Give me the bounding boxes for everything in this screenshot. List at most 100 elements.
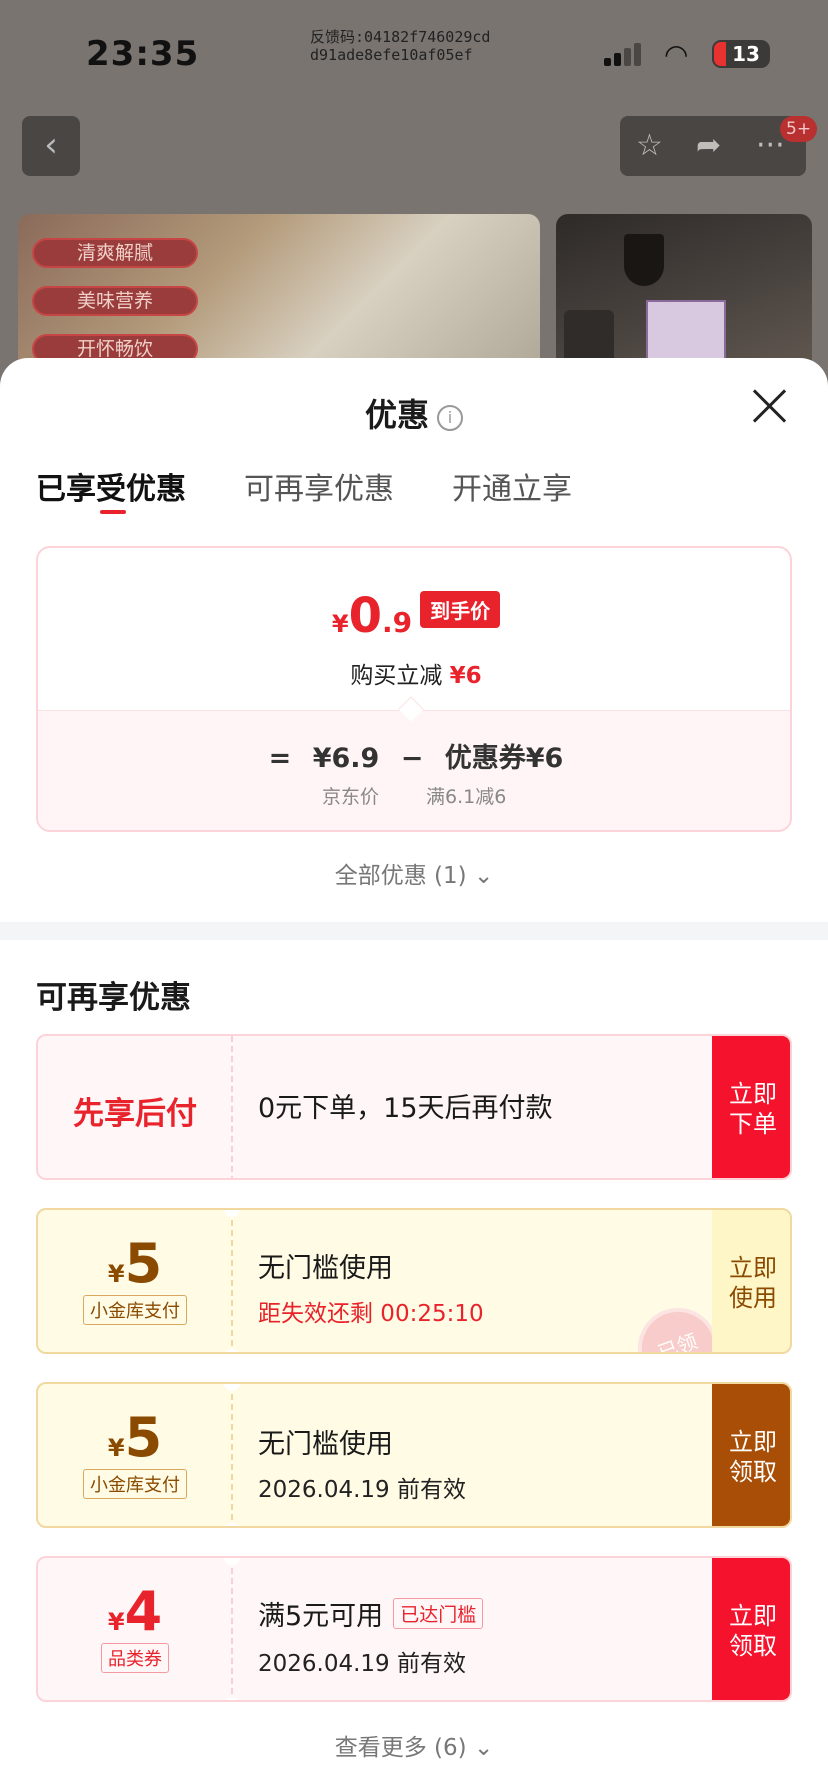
card-info: 满5元可用 已达门槛 2026.04.19 前有效 (258, 1558, 698, 1700)
card-title-text: 满5元可用 (258, 1601, 384, 1632)
coupon-amount: ¥5 (38, 1232, 232, 1295)
jd-price-value: ¥6.9 (312, 743, 380, 774)
product-tag: 美味营养 (32, 286, 198, 316)
see-more-label: 查看更多 (6) (334, 1735, 467, 1761)
expiry-text: 2026.04.19 前有效 (258, 1477, 466, 1503)
card-separator (231, 1384, 233, 1526)
jd-price-label: 京东价 (322, 786, 380, 808)
active-tab-indicator (100, 510, 126, 514)
sheet-title-text: 优惠 (364, 396, 429, 434)
card-notch (224, 1697, 240, 1700)
button-label-line2: 使用 (729, 1284, 777, 1312)
product-tag: 清爽解腻 (32, 238, 198, 268)
card-title: 无门槛使用 (258, 1429, 393, 1460)
section-divider (0, 922, 828, 940)
coupon-type-tag: 小金库支付 (83, 1295, 187, 1325)
card-left: 先享后付 (38, 1036, 232, 1178)
battery-level: 13 (732, 42, 760, 66)
button-label-line1: 立即 (729, 1080, 777, 1108)
coupon-amount: ¥5 (38, 1406, 232, 1469)
final-price-box: ¥0.9 到手价 购买立减 ¥6 = ¥6.9 − 优惠券¥6 京东价 满6.1减… (36, 546, 792, 832)
claim-now-button[interactable]: 立即 领取 (712, 1384, 790, 1526)
feedback-code-line1: 反馈码:04182f746029cd (310, 28, 491, 46)
pay-later-label: 先享后付 (73, 1096, 197, 1132)
countdown-text: 距失效还剩 00:25:10 (258, 1301, 484, 1327)
feedback-code-line2: d91ade8efe10af05ef (310, 46, 473, 64)
pay-later-card: 先享后付 0元下单，15天后再付款 立即 下单 (36, 1034, 792, 1180)
wifi-icon: ◠ (664, 38, 689, 71)
coupon-type-tag: 品类券 (101, 1643, 169, 1673)
battery-icon: 13 (712, 40, 770, 68)
info-icon[interactable]: i (437, 405, 463, 431)
back-button[interactable]: ‹ (22, 116, 80, 176)
coupon-currency: ¥ (107, 1260, 125, 1288)
coupon-amount: ¥4 (38, 1580, 232, 1643)
instant-discount: 购买立减 ¥6 (38, 656, 790, 690)
coupon-card: ¥5 小金库支付 无门槛使用 距失效还剩 00:25:10 已领 立即 使用 (36, 1208, 792, 1354)
coupon-value-area: ¥4 品类券 (38, 1558, 232, 1700)
button-label-line2: 领取 (729, 1632, 777, 1660)
expiry-text: 2026.04.19 前有效 (258, 1651, 466, 1677)
instant-discount-value: ¥6 (449, 663, 482, 689)
signal-icon (604, 42, 644, 66)
coupon-number: 4 (124, 1580, 163, 1643)
all-offers-toggle[interactable]: 全部优惠 (1) ⌄ (0, 856, 828, 890)
equals-sign: = (268, 743, 292, 774)
offers-sheet: 优惠 i 已享受优惠 可再享优惠 开通立享 ¥0.9 到手价 购买立减 ¥6 = ¥… (0, 358, 828, 1792)
status-bar: 23:35 反馈码:04182f746029cd d91ade8efe10af0… (0, 0, 828, 104)
card-info: 0元下单，15天后再付款 (258, 1036, 698, 1178)
chevron-down-icon: ⌄ (473, 863, 494, 889)
coupon-value-area: ¥5 小金库支付 (38, 1384, 232, 1526)
status-time: 23:35 (86, 34, 200, 74)
card-title: 0元下单，15天后再付款 (258, 1093, 553, 1124)
close-icon[interactable] (750, 386, 790, 426)
button-label-line1: 立即 (729, 1254, 777, 1282)
top-action-bar: ☆ ➦ ··· (620, 116, 806, 176)
claim-now-button[interactable]: 立即 领取 (712, 1558, 790, 1700)
sheet-title: 优惠 i (0, 390, 828, 436)
final-price-badge: 到手价 (420, 591, 501, 628)
coupon-rule-label: 满6.1减6 (426, 786, 507, 808)
tab-activate[interactable]: 开通立享 (452, 464, 572, 508)
coupon-number: 5 (124, 1232, 163, 1295)
section-title: 可再享优惠 (36, 980, 191, 1016)
card-title: 无门槛使用 (258, 1253, 393, 1284)
minus-sign: − (400, 743, 424, 774)
instant-discount-label: 购买立减 (350, 663, 443, 689)
final-price-decimal: .9 (381, 606, 413, 639)
star-icon[interactable]: ☆ (636, 128, 663, 163)
final-price-currency: ¥ (331, 610, 349, 638)
tab-enjoyed[interactable]: 已享受优惠 (36, 464, 186, 508)
order-now-button[interactable]: 立即 下单 (712, 1036, 790, 1178)
feedback-code: 反馈码:04182f746029cd d91ade8efe10af05ef (310, 28, 490, 64)
button-label-line2: 领取 (729, 1458, 777, 1486)
chevron-down-icon: ⌄ (473, 1735, 494, 1761)
message-badge: 5+ (780, 116, 818, 142)
price-formula: = ¥6.9 − 优惠券¥6 (38, 736, 790, 775)
coupon-type-tag: 小金库支付 (83, 1469, 187, 1499)
coupon-value: 优惠券¥6 (444, 743, 564, 774)
share-icon[interactable]: ➦ (696, 128, 721, 163)
tab-more-offers[interactable]: 可再享优惠 (244, 464, 394, 508)
card-notch (224, 1349, 240, 1352)
coupon-card: ¥4 品类券 满5元可用 已达门槛 2026.04.19 前有效 立即 领取 (36, 1556, 792, 1702)
see-more-toggle[interactable]: 查看更多 (6) ⌄ (0, 1728, 828, 1762)
coupon-number: 5 (124, 1406, 163, 1469)
card-title: 满5元可用 已达门槛 (258, 1594, 484, 1633)
card-separator (231, 1036, 233, 1178)
final-price-integer: 0 (348, 588, 382, 644)
button-label-line2: 下单 (729, 1110, 777, 1138)
threshold-badge: 已达门槛 (393, 1598, 484, 1629)
card-info: 无门槛使用 距失效还剩 00:25:10 (258, 1210, 698, 1352)
button-label-line1: 立即 (729, 1602, 777, 1630)
coupon-currency: ¥ (107, 1608, 125, 1636)
coupon-value-area: ¥5 小金库支付 (38, 1210, 232, 1352)
card-separator (231, 1210, 233, 1352)
card-separator (231, 1558, 233, 1700)
button-label-line1: 立即 (729, 1428, 777, 1456)
lamp-graphic (624, 234, 664, 286)
coupon-card: ¥5 小金库支付 无门槛使用 2026.04.19 前有效 立即 领取 (36, 1382, 792, 1528)
use-now-button[interactable]: 立即 使用 (712, 1210, 790, 1352)
final-price: ¥0.9 到手价 (38, 588, 790, 644)
card-info: 无门槛使用 2026.04.19 前有效 (258, 1384, 698, 1526)
